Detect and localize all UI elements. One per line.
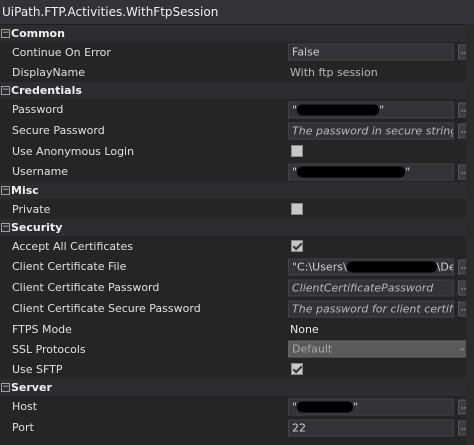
category-credentials[interactable]: − Credentials [0,82,474,99]
private-checkbox[interactable] [291,203,303,215]
property-value: ClientCertificatePassword ... [276,277,474,298]
row-password: Password " " ... [0,99,474,120]
row-username: Username " " ... [0,161,474,182]
host-input[interactable]: " " [288,398,454,415]
category-server[interactable]: − Server [0,379,474,396]
use-sftp-checkbox[interactable] [291,363,303,375]
property-label: Secure Password [12,124,105,137]
row-accept-all-certificates: Accept All Certificates [0,236,474,256]
property-value: With ftp session [276,62,474,82]
property-label: Host [12,400,38,413]
property-value: None [276,319,474,339]
property-value: The password for client certificate in .… [276,298,474,319]
category-title: Common [11,27,65,40]
port-input[interactable]: 22 [288,419,454,436]
row-use-anonymous-login: Use Anonymous Login [0,141,474,161]
property-value: "C:\Users\\Des ... [276,256,474,277]
row-secure-password: Secure Password The password in secure s… [0,120,474,141]
redaction-bar [297,401,354,413]
property-label: Client Certificate Secure Password [12,302,201,315]
category-title: Server [11,381,52,394]
property-grid: − Common Continue On Error False ... Dis… [0,25,474,438]
property-label: DisplayName [12,65,85,79]
row-display-name: DisplayName With ftp session [0,62,474,82]
minus-box-icon[interactable]: − [1,186,10,195]
continue-on-error-input[interactable]: False [288,43,454,61]
minus-box-icon[interactable]: − [1,86,10,95]
property-label: Use SFTP [12,362,63,376]
ftps-mode-value[interactable]: None [276,323,319,336]
redaction-bar [346,261,437,273]
row-port: Port 22 ... [0,417,474,438]
row-client-certificate-secure-password: Client Certificate Secure Password The p… [0,298,474,319]
property-value [276,236,474,256]
row-continue-on-error: Continue On Error False ... [0,42,474,62]
panel-title: UiPath.FTP.Activities.WithFtpSession [0,0,474,25]
category-common[interactable]: − Common [0,25,474,42]
property-value: 22 ... [276,417,474,438]
redaction-bar [297,166,406,178]
property-label: Client Certificate File [12,260,127,273]
minus-box-icon[interactable]: − [1,223,10,232]
property-label: Port [12,421,34,434]
category-title: Security [11,221,63,234]
property-label: Password [12,103,64,116]
property-value [276,141,474,161]
username-input[interactable]: " " [288,163,454,180]
client-certificate-file-input[interactable]: "C:\Users\ \Des [288,258,454,275]
property-label: SSL Protocols [12,342,86,356]
property-value: " " ... [276,99,474,120]
row-client-certificate-file: Client Certificate File "C:\Users\\Des .… [0,256,474,277]
properties-panel: UiPath.FTP.Activities.WithFtpSession − C… [0,0,474,445]
display-name-value[interactable]: With ftp session [276,66,378,79]
client-certificate-password-input[interactable]: ClientCertificatePassword [288,279,454,296]
redaction-bar [297,104,380,116]
property-label: Username [12,165,69,178]
ssl-protocols-dropdown[interactable]: Default ⌄ [288,340,471,358]
secure-password-input[interactable]: The password in secure string format [288,122,454,139]
category-misc[interactable]: − Misc [0,182,474,199]
property-value: The password in secure string format ... [276,120,474,141]
property-label: Use Anonymous Login [12,144,135,158]
quote-close: " [353,400,359,413]
property-value: Default ⌄ [276,339,474,359]
property-value: False ... [276,42,474,62]
use-anonymous-login-checkbox[interactable] [291,145,303,157]
property-value [276,199,474,219]
property-label: Client Certificate Password [12,281,160,294]
category-title: Credentials [11,84,82,97]
row-host: Host " " ... [0,396,474,417]
property-label: Continue On Error [12,45,111,59]
category-security[interactable]: − Security [0,219,474,236]
category-title: Misc [11,184,39,197]
property-value: " " ... [276,161,474,182]
password-input[interactable]: " " [288,101,454,118]
row-ssl-protocols: SSL Protocols Default ⌄ [0,339,474,359]
property-value [276,359,474,379]
quote-close: " [405,165,411,178]
row-client-certificate-password: Client Certificate Password ClientCertif… [0,277,474,298]
property-label: FTPS Mode [12,322,72,336]
path-start: "C:\Users\ [292,260,347,273]
row-ftps-mode: FTPS Mode None [0,319,474,339]
quote-close: " [379,103,385,116]
minus-box-icon[interactable]: − [1,29,10,38]
scrollbar[interactable] [466,24,474,445]
minus-box-icon[interactable]: − [1,383,10,392]
client-certificate-secure-password-input[interactable]: The password for client certificate in [288,300,454,317]
dropdown-selected-value: Default [292,342,333,356]
property-label: Private [12,202,51,216]
property-label: Accept All Certificates [12,239,133,253]
path-end: \Des [436,260,453,273]
row-private: Private [0,199,474,219]
property-value: " " ... [276,396,474,417]
accept-all-certificates-checkbox[interactable] [291,240,303,252]
row-use-sftp: Use SFTP [0,359,474,379]
chevron-down-icon[interactable]: ⌄ [458,342,466,357]
